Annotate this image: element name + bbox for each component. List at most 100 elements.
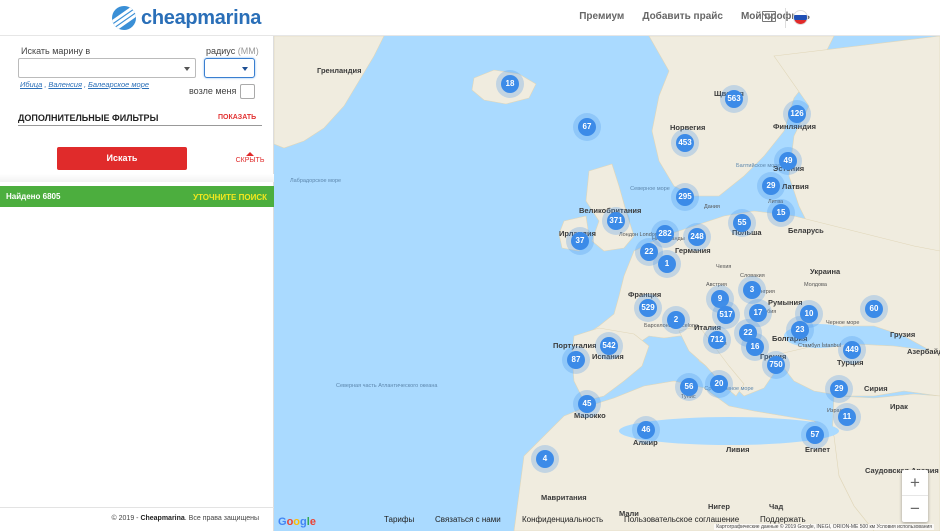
footer-link-tariffs[interactable]: Тарифы (384, 515, 414, 524)
cluster-count: 453 (678, 138, 692, 147)
map-label-denmark: Дания (704, 204, 720, 210)
quick-links: Ибица, Валенсия, Балеарское море (20, 80, 150, 89)
footer-link-support[interactable]: Поддержать (760, 515, 806, 524)
marina-cluster[interactable]: 126 (783, 100, 811, 128)
map-label-latvia: Латвия (782, 182, 809, 191)
marina-cluster[interactable]: 49 (774, 147, 802, 175)
marina-cluster[interactable]: 18 (496, 70, 524, 98)
panel-separator (0, 174, 274, 182)
cluster-count: 11 (842, 412, 852, 421)
map-view[interactable]: Гренландия Лабрадорское море Щвеция Норв… (274, 36, 940, 531)
search-label: Искать марину в (21, 46, 91, 56)
map-label-baltic: Балтийское море (736, 163, 781, 169)
marina-cluster[interactable]: 1 (653, 250, 681, 278)
marina-cluster[interactable]: 57 (801, 421, 829, 449)
marina-search-input[interactable] (18, 58, 196, 78)
marina-cluster[interactable]: 55 (728, 209, 756, 237)
marina-cluster[interactable]: 37 (566, 227, 594, 255)
radius-select[interactable] (204, 58, 255, 78)
filters-show-link[interactable]: ПОКАЗАТЬ (218, 114, 256, 121)
cluster-count: 45 (582, 399, 592, 408)
russian-flag-icon[interactable] (794, 11, 807, 24)
marina-cluster[interactable]: 67 (573, 113, 601, 141)
marina-cluster[interactable]: 56 (675, 373, 703, 401)
mail-icon[interactable] (762, 11, 776, 22)
map-label-moldova: Молдова (804, 282, 827, 288)
logo-text: cheapmarina (141, 6, 262, 29)
map-label-libya: Ливия (726, 445, 750, 454)
cluster-count: 55 (737, 218, 747, 227)
map-label-syria: Сирия (864, 384, 888, 393)
cluster-count: 295 (678, 192, 692, 201)
marina-cluster[interactable]: 750 (762, 351, 790, 379)
copyright-brand: Cheapmarina (140, 515, 185, 522)
chevron-up-icon (246, 152, 254, 156)
map-label-labrador-sea: Лабрадорское море (290, 178, 342, 184)
marina-cluster[interactable]: 29 (825, 375, 853, 403)
quick-link-valencia[interactable]: Валенсия (48, 80, 82, 89)
marina-cluster[interactable]: 29 (757, 172, 785, 200)
marina-cluster[interactable]: 60 (860, 295, 888, 323)
marina-cluster[interactable]: 529 (634, 294, 662, 322)
cluster-count: 20 (714, 379, 724, 388)
map-land (274, 36, 940, 531)
cluster-count: 29 (766, 181, 776, 190)
marina-cluster[interactable]: 4 (531, 445, 559, 473)
cluster-count: 49 (783, 156, 793, 165)
map-attribution[interactable]: Картографические данные © 2019 Google, I… (714, 524, 934, 530)
marina-cluster[interactable]: 371 (602, 207, 630, 235)
cluster-count: 750 (769, 360, 783, 369)
marina-cluster[interactable]: 11 (833, 403, 861, 431)
marina-cluster[interactable]: 712 (703, 326, 731, 354)
cluster-count: 15 (776, 208, 786, 217)
filters-title: ДОПОЛНИТЕЛЬНЫЕ ФИЛЬТРЫ (18, 113, 159, 123)
zoom-in-button[interactable]: + (902, 470, 928, 496)
search-button[interactable]: Искать (57, 147, 187, 170)
quick-link-ibiza[interactable]: Ибица (20, 80, 42, 89)
results-bar: Найдено 6805 УТОЧНИТЕ ПОИСК (0, 186, 274, 207)
filters-divider (18, 125, 262, 126)
footer-divider (0, 507, 274, 508)
map-label-ukraine: Украина (810, 267, 841, 276)
marina-cluster[interactable]: 45 (573, 390, 601, 418)
marina-cluster[interactable]: 542 (595, 332, 623, 360)
results-count: Найдено 6805 (6, 192, 61, 201)
radius-label: радиус (ММ) (206, 46, 259, 56)
cluster-count: 29 (834, 384, 844, 393)
marina-cluster[interactable]: 453 (671, 129, 699, 157)
marina-cluster[interactable]: 248 (683, 223, 711, 251)
nearby-checkbox[interactable] (240, 84, 255, 99)
copyright: © 2019 - Cheapmarina. Все права защищены (112, 515, 259, 522)
marina-cluster[interactable]: 15 (767, 199, 795, 227)
logo[interactable]: cheapmarina (112, 5, 261, 31)
marina-cluster[interactable]: 46 (632, 416, 660, 444)
cluster-count: 2 (673, 315, 679, 324)
map-label-belarus: Беларусь (788, 226, 824, 235)
quick-link-balearic[interactable]: Балеарское море (88, 80, 149, 89)
marina-cluster[interactable]: 23 (786, 316, 814, 344)
map-label-azerbaijan: Азербайджан (907, 347, 940, 356)
cluster-count: 1 (664, 259, 670, 268)
map-label-chad: Чад (769, 502, 784, 511)
nav-premium[interactable]: Премиум (579, 11, 624, 22)
map-label-czech: Чехия (716, 264, 732, 270)
header-divider (785, 8, 786, 28)
cluster-count: 60 (869, 304, 879, 313)
nav-add-price[interactable]: Добавить прайс (642, 11, 723, 22)
refine-search-link[interactable]: УТОЧНИТЕ ПОИСК (193, 193, 267, 202)
hide-filters-link[interactable]: СКРЫТЬ (233, 152, 267, 164)
map-label-niger: Нигер (708, 502, 730, 511)
cluster-count: 449 (845, 345, 859, 354)
marina-cluster[interactable]: 295 (671, 183, 699, 211)
marina-cluster[interactable]: 563 (720, 85, 748, 113)
cluster-count: 529 (641, 303, 655, 312)
footer-link-privacy[interactable]: Конфиденциальность (522, 515, 603, 524)
marina-cluster[interactable]: 20 (705, 370, 733, 398)
footer-link-contact[interactable]: Связаться с нами (435, 515, 501, 524)
marina-cluster[interactable]: 2 (662, 306, 690, 334)
map-label-atlantic: Северная часть Атлантического океана (336, 383, 438, 389)
footer-link-terms[interactable]: Пользовательское соглашение (624, 515, 739, 524)
marina-cluster[interactable]: 87 (562, 346, 590, 374)
map-label-greenland: Гренландия (317, 66, 362, 75)
marina-cluster[interactable]: 449 (838, 336, 866, 364)
